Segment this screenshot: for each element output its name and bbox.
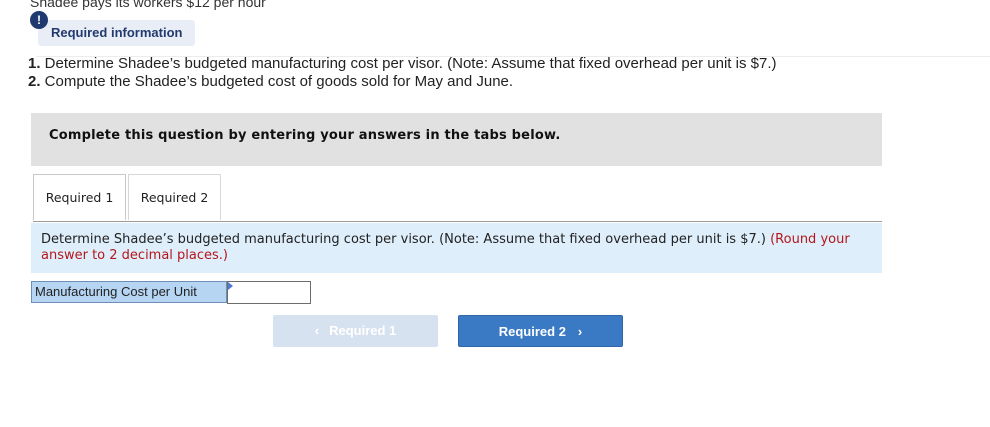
alert-icon: ! <box>30 11 48 29</box>
instruction-2-number: 2. <box>28 73 41 90</box>
instruction-1-text: Determine Shadee’s budgeted manufacturin… <box>40 55 777 72</box>
question-text: Determine Shadee’s budgeted manufacturin… <box>41 232 766 247</box>
prev-required-1-button[interactable]: ‹ Required 1 <box>273 315 438 347</box>
chevron-left-icon: ‹ <box>314 323 320 338</box>
chevron-right-icon: › <box>577 324 583 339</box>
instruction-1-number: 1. <box>28 55 41 72</box>
next-required-2-button[interactable]: Required 2 › <box>458 315 623 347</box>
tab-required-2[interactable]: Required 2 <box>128 174 221 220</box>
cut-off-problem-text: Shadee pays its workers $12 per hour <box>30 0 266 10</box>
instruction-2-text: Compute the Shadee’s budgeted cost of go… <box>40 73 514 90</box>
tab-required-1[interactable]: Required 1 <box>33 174 126 220</box>
manufacturing-cost-input[interactable] <box>227 281 311 304</box>
complete-prompt-box: Complete this question by entering your … <box>31 113 882 166</box>
required-information-header: Required information <box>38 20 196 46</box>
next-button-label: Required 2 <box>498 324 566 339</box>
instruction-1: 1. Determine Shadee’s budgeted manufactu… <box>28 55 776 72</box>
question-box: Determine Shadee’s budgeted manufacturin… <box>31 223 882 273</box>
tab-divider <box>33 221 882 222</box>
prev-button-label: Required 1 <box>329 323 397 338</box>
required-information-label: Required information <box>51 25 183 40</box>
input-flag-icon <box>228 282 233 290</box>
complete-prompt-text: Complete this question by entering your … <box>49 128 561 143</box>
answer-row-label: Manufacturing Cost per Unit <box>31 281 227 303</box>
instruction-2: 2. Compute the Shadee’s budgeted cost of… <box>28 73 513 90</box>
